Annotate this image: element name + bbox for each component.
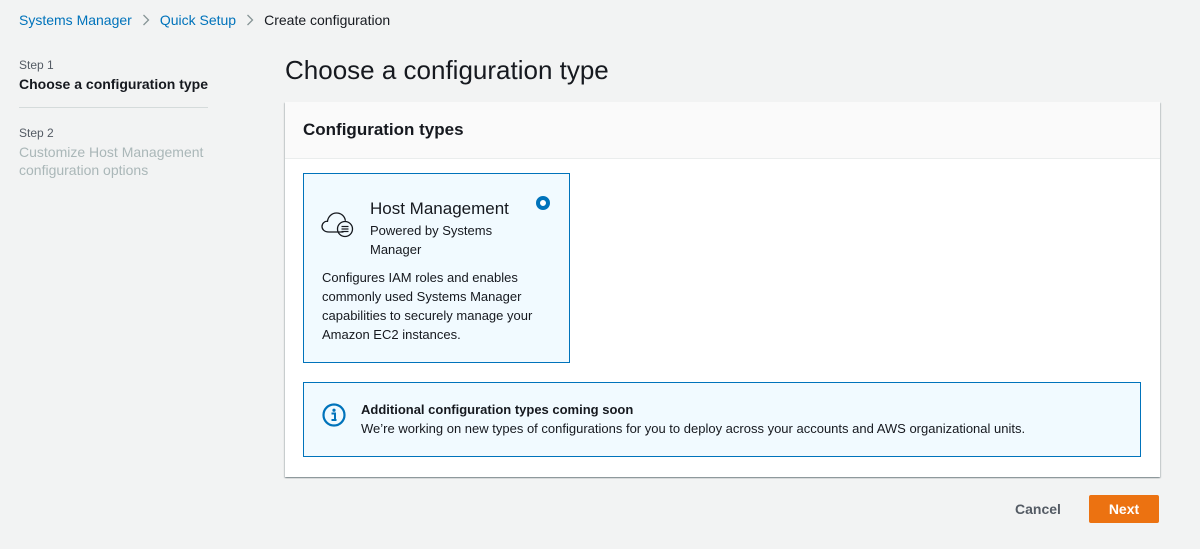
- step-number: Step 1: [19, 58, 54, 72]
- info-icon: [322, 403, 346, 427]
- tile-radio-button[interactable]: [536, 196, 550, 210]
- wizard-steps: Step 1 Choose a configuration type Step …: [19, 57, 208, 193]
- info-text: We’re working on new types of configurat…: [361, 421, 1026, 436]
- chevron-right-icon: [246, 14, 254, 26]
- step-number: Step 2: [19, 126, 54, 140]
- breadcrumb-quick-setup[interactable]: Quick Setup: [160, 11, 236, 29]
- cloud-gear-icon: [321, 210, 355, 240]
- tile-title: Host Management: [370, 199, 509, 218]
- host-management-tile[interactable]: Host Management Powered by Systems Manag…: [303, 173, 570, 363]
- panel-title: Configuration types: [303, 120, 464, 139]
- step-2: Step 2 Customize Host Management configu…: [19, 125, 208, 193]
- breadcrumb-systems-manager[interactable]: Systems Manager: [19, 11, 132, 29]
- next-button[interactable]: Next: [1089, 495, 1159, 523]
- breadcrumb-current: Create configuration: [264, 12, 391, 28]
- tile-subtitle: Powered by Systems Manager: [370, 223, 493, 257]
- configuration-types-panel: Configuration types Host Management Powe…: [285, 102, 1160, 477]
- step-divider: [19, 107, 208, 108]
- panel-header: Configuration types: [285, 102, 1160, 159]
- cancel-button[interactable]: Cancel: [1001, 495, 1075, 523]
- page-title: Choose a configuration type: [285, 55, 609, 85]
- info-alert: Additional configuration types coming so…: [303, 382, 1141, 457]
- chevron-right-icon: [142, 14, 150, 26]
- breadcrumb: Systems Manager Quick Setup Create confi…: [19, 11, 390, 29]
- tile-description: Configures IAM roles and enables commonl…: [322, 270, 533, 342]
- step-1: Step 1 Choose a configuration type: [19, 57, 208, 107]
- info-title: Additional configuration types coming so…: [361, 402, 634, 417]
- step-title: Choose a configuration type: [19, 76, 209, 92]
- step-title: Customize Host Management configuration …: [19, 144, 204, 178]
